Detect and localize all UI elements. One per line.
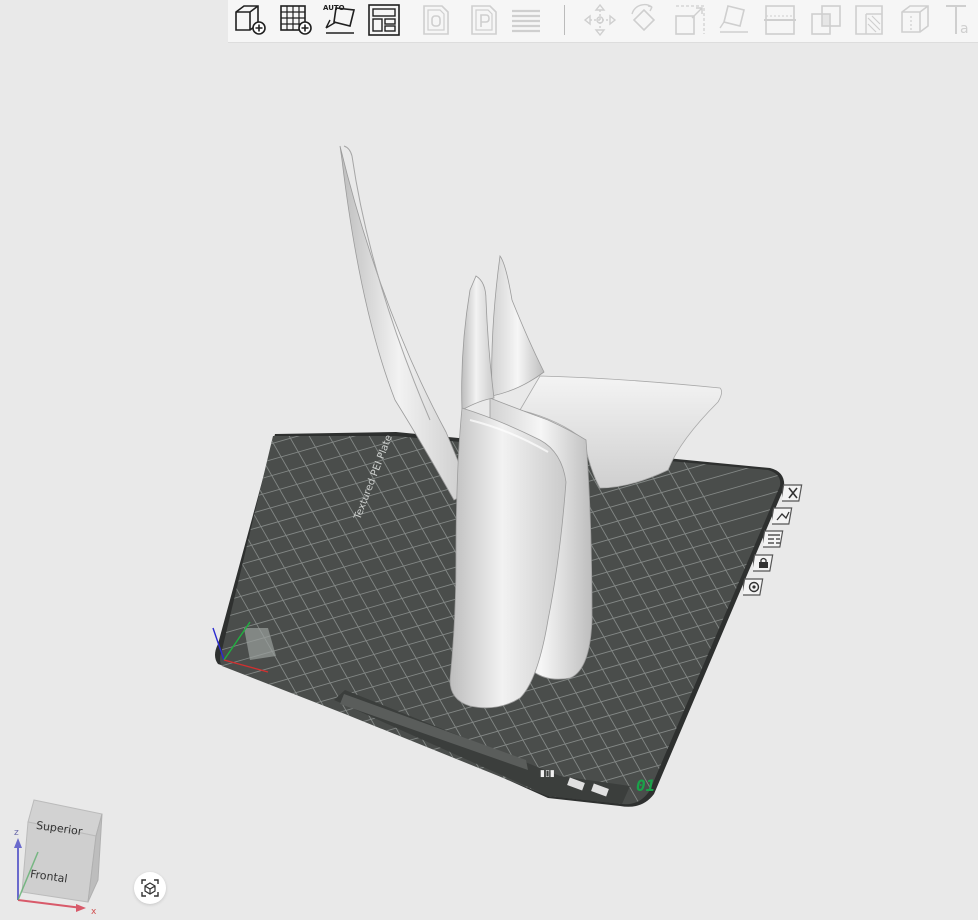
- arrange-icon: [772, 507, 793, 525]
- view-cube[interactable]: [8, 796, 118, 920]
- plate-settings-button[interactable]: [743, 577, 765, 597]
- plate-delete-button[interactable]: [782, 483, 804, 503]
- app-window: AUTO a ▮▯▮ Textured PEI Plate 01 Superio…: [0, 0, 978, 920]
- axis-x-label: x: [91, 907, 97, 917]
- close-icon: [782, 484, 803, 502]
- orient-icon: [763, 530, 784, 548]
- gear-icon: [743, 578, 764, 596]
- axis-z-label: z: [14, 828, 19, 838]
- lock-icon: [753, 554, 774, 572]
- plate-lock-button[interactable]: [753, 553, 775, 573]
- fit-view-icon: [141, 879, 159, 897]
- plate-arrange-button[interactable]: [772, 506, 794, 526]
- 3d-viewport[interactable]: ▮▯▮ Textured PEI Plate: [0, 0, 978, 920]
- svg-text:▮▯▮: ▮▯▮: [540, 769, 555, 779]
- plate-orient-button[interactable]: [763, 529, 785, 549]
- plate-number: 01: [636, 776, 656, 795]
- view-cube-graphic: [14, 799, 103, 912]
- fit-view-button[interactable]: [134, 872, 166, 904]
